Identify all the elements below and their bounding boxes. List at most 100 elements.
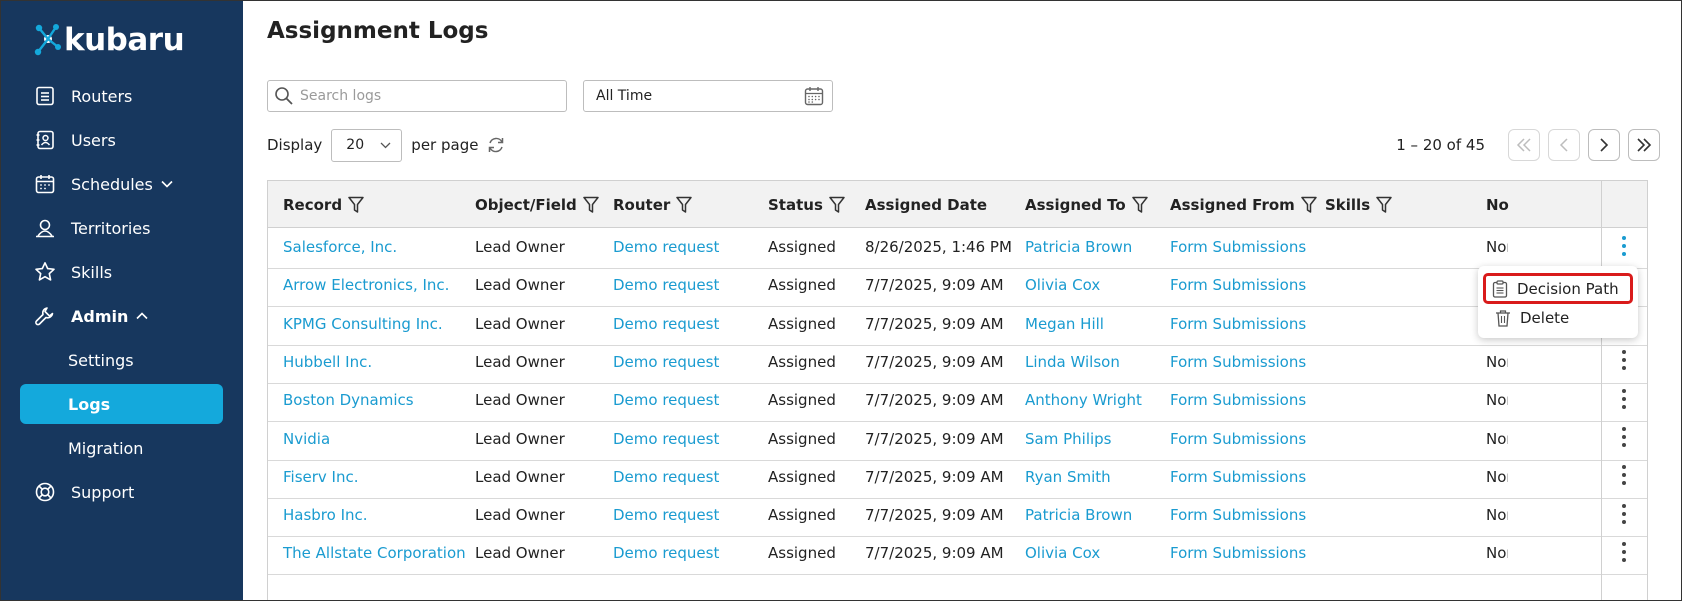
cell-record[interactable]: The Allstate Corporation <box>283 534 466 572</box>
cell-assigned-to[interactable]: Patricia Brown <box>1025 496 1132 534</box>
cell-router[interactable]: Demo request <box>613 458 719 496</box>
cell-router[interactable]: Demo request <box>613 496 719 534</box>
prev-page-button[interactable] <box>1548 129 1580 161</box>
filter-icon[interactable] <box>1131 196 1148 214</box>
filter-icon[interactable] <box>583 196 599 214</box>
filter-icon[interactable] <box>348 196 364 214</box>
cell-router[interactable]: Demo request <box>613 228 719 266</box>
cell-record[interactable]: Salesforce, Inc. <box>283 228 397 266</box>
row-actions-kebab-icon[interactable] <box>1601 531 1647 572</box>
column-header-skills[interactable]: Skills <box>1325 181 1392 228</box>
cell-router[interactable]: Demo request <box>613 381 719 419</box>
row-actions-kebab-icon[interactable] <box>1601 340 1647 381</box>
sidebar-item-migration[interactable]: Migration <box>20 428 223 468</box>
row-actions-kebab-icon[interactable] <box>1601 455 1647 496</box>
table-row[interactable]: Salesforce, Inc. Lead Owner Demo request As… <box>268 228 1647 269</box>
cell-assigned-from[interactable]: Form Submissions <box>1170 228 1306 266</box>
cell-record[interactable]: Nvidia <box>283 420 330 458</box>
column-header-status[interactable]: Status <box>768 181 845 228</box>
filter-icon[interactable] <box>829 196 845 214</box>
cell-record[interactable]: Fiserv Inc. <box>283 458 359 496</box>
last-page-button[interactable] <box>1628 129 1660 161</box>
table-row[interactable]: Nvidia Lead Owner Demo request Assigned 7/7/… <box>268 420 1647 461</box>
filter-icon[interactable] <box>1301 196 1317 214</box>
sidebar-item-settings[interactable]: Settings <box>20 340 223 380</box>
filter-icon[interactable] <box>676 196 693 214</box>
table-row[interactable]: Fiserv Inc. Lead Owner Demo request Assigne… <box>268 458 1647 499</box>
table-row[interactable]: The Allstate Corporation Lead Owner Demo r… <box>268 534 1647 576</box>
cell-assigned-from[interactable]: Form Submissions <box>1170 534 1306 572</box>
column-header-assigned-to[interactable]: Assigned To <box>1025 181 1148 228</box>
chevron-down-icon <box>161 180 173 188</box>
cell-assigned-from[interactable]: Form Submissions <box>1170 381 1306 419</box>
sidebar-item-users[interactable]: Users <box>20 120 223 160</box>
table-row[interactable]: Arrow Electronics, Inc. Lead Owner Demo re… <box>268 266 1647 308</box>
search-input[interactable] <box>300 88 550 104</box>
cell-assigned-to[interactable]: Patricia Brown <box>1025 228 1132 266</box>
filter-icon[interactable] <box>1376 196 1392 214</box>
sidebar-item-schedules[interactable]: Schedules <box>20 164 223 204</box>
cell-router[interactable]: Demo request <box>613 305 719 343</box>
cell-assigned-to[interactable]: Olivia Cox <box>1025 266 1100 304</box>
cell-assigned-from[interactable]: Form Submissions <box>1170 343 1306 381</box>
chevron-up-icon <box>136 312 148 320</box>
column-header-assigned-date[interactable]: Assigned Date <box>865 181 987 228</box>
column-header-assigned-from[interactable]: Assigned From <box>1170 181 1317 228</box>
sidebar-item-admin[interactable]: Admin <box>20 296 223 336</box>
cell-assigned-from[interactable]: Form Submissions <box>1170 420 1306 458</box>
cell-assigned-to[interactable]: Anthony Wright <box>1025 381 1142 419</box>
cell-router[interactable]: Demo request <box>613 420 719 458</box>
cell-assigned-to[interactable]: Linda Wilson <box>1025 343 1120 381</box>
next-page-button[interactable] <box>1588 129 1620 161</box>
sidebar-item-routers[interactable]: Routers <box>20 76 223 116</box>
column-header-record[interactable]: Record <box>283 181 364 228</box>
cell-assigned-to[interactable]: Sam Philips <box>1025 420 1111 458</box>
search-box[interactable] <box>267 80 567 112</box>
table-row[interactable]: KPMG Consulting Inc. Lead Owner Demo reque… <box>268 305 1647 346</box>
cell-record[interactable]: Arrow Electronics, Inc. <box>283 266 449 304</box>
cell-assigned-to[interactable]: Olivia Cox <box>1025 534 1100 572</box>
row-actions-kebab-icon[interactable] <box>1601 225 1647 266</box>
cell-router[interactable]: Demo request <box>613 343 719 381</box>
cell-record[interactable]: Boston Dynamics <box>283 381 414 419</box>
cell-object-field: Lead Owner <box>475 391 565 410</box>
cell-router[interactable]: Demo request <box>613 534 719 572</box>
cell-assigned-from[interactable]: Form Submissions <box>1170 305 1306 343</box>
first-page-button[interactable] <box>1508 129 1540 161</box>
cell-assigned-from[interactable]: Form Submissions <box>1170 266 1306 304</box>
column-header-notes[interactable]: No <box>1486 181 1509 228</box>
cell-assigned-from[interactable]: Form Submissions <box>1170 458 1306 496</box>
row-actions-kebab-icon[interactable] <box>1601 417 1647 458</box>
kubaru-logo[interactable]: kubaru <box>34 20 185 60</box>
logo-text: kubaru <box>64 22 185 58</box>
sidebar: kubaru Routers Users Schedules Territori… <box>0 0 243 601</box>
wrench-icon <box>33 304 57 328</box>
delete-menu-item[interactable]: Delete <box>1486 304 1628 332</box>
cell-record[interactable]: Hubbell Inc. <box>283 343 372 381</box>
sidebar-item-support[interactable]: Support <box>20 472 223 512</box>
page-size-select[interactable]: 20 <box>331 128 403 162</box>
column-header-label: Assigned To <box>1025 195 1126 214</box>
sidebar-item-logs[interactable]: Logs <box>20 384 223 424</box>
cell-assigned-to[interactable]: Megan Hill <box>1025 305 1104 343</box>
cell-record[interactable]: Hasbro Inc. <box>283 496 368 534</box>
column-header-object-field[interactable]: Object/Field <box>475 181 599 228</box>
refresh-icon[interactable] <box>486 135 506 155</box>
decision-path-menu-item[interactable]: Decision Path <box>1483 273 1633 304</box>
date-range-picker[interactable]: All Time <box>583 80 833 112</box>
star-icon <box>33 260 57 284</box>
table-row[interactable]: Hasbro Inc. Lead Owner Demo request Assigne… <box>268 496 1647 538</box>
table-row[interactable]: Boston Dynamics Lead Owner Demo request Ass… <box>268 381 1647 423</box>
cell-assigned-from[interactable]: Form Submissions <box>1170 496 1306 534</box>
sidebar-item-skills[interactable]: Skills <box>20 252 223 292</box>
row-actions-kebab-icon[interactable] <box>1601 493 1647 534</box>
cell-router[interactable]: Demo request <box>613 266 719 304</box>
column-header-router[interactable]: Router <box>613 181 693 228</box>
row-actions-kebab-icon[interactable] <box>1601 378 1647 419</box>
calendar-icon[interactable] <box>804 86 824 106</box>
table-row[interactable]: Hubbell Inc. Lead Owner Demo request Assign… <box>268 343 1647 384</box>
sidebar-item-territories[interactable]: Territories <box>20 208 223 248</box>
column-header-label: Assigned From <box>1170 195 1295 214</box>
cell-record[interactable]: KPMG Consulting Inc. <box>283 305 443 343</box>
cell-assigned-to[interactable]: Ryan Smith <box>1025 458 1111 496</box>
